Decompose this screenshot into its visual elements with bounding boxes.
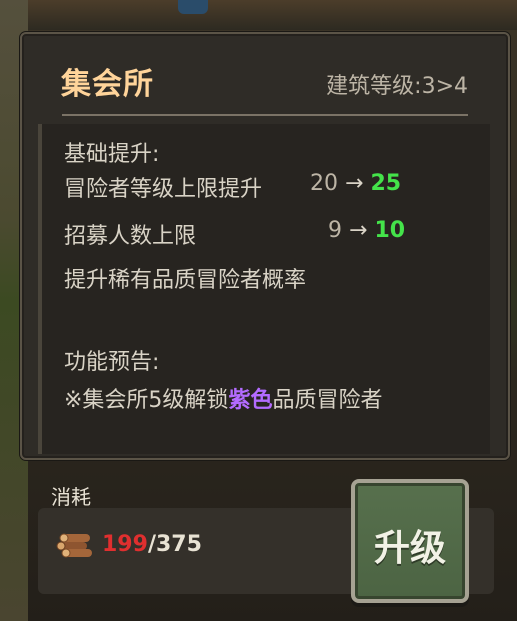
building-info-panel: 集会所 建筑等级:3>4 基础提升: 冒险者等级上限提升 20 → 25 招募人… [20,32,510,460]
detail-row-level-cap-values: 20 → 25 [310,171,401,196]
detail-row-level-cap-label: 冒险者等级上限提升 [64,177,263,202]
section-preview-heading: 功能预告: [64,350,160,375]
wood-logs-icon [56,533,92,558]
upgrade-details: 基础提升: 冒险者等级上限提升 20 → 25 招募人数上限 9 → 10 提升… [38,124,490,454]
cost-need: 375 [155,532,202,557]
preview-suffix: 品质冒险者 [272,388,383,413]
upgrade-button[interactable]: 升级 [351,479,469,603]
recruit-new: 10 [374,218,406,243]
level-cap-old: 20 [310,171,338,196]
rare-chance-line: 提升稀有品质冒险者概率 [64,268,307,293]
cost-separator: / [147,532,156,557]
title-divider [62,114,468,116]
preview-highlight: 紫色 [228,388,273,413]
detail-row-recruit-label: 招募人数上限 [64,224,197,249]
preview-prefix: ※集会所5级解锁 [64,388,229,413]
background-scene-top [0,0,517,30]
cost-amount: 199/375 [102,532,202,557]
upgrade-button-label: 升级 [373,528,446,569]
section-basic-heading: 基础提升: [64,142,160,167]
cost-label: 消耗 [51,485,91,509]
background-roof [178,0,208,14]
preview-line: ※集会所5级解锁紫色品质冒险者 [64,382,382,414]
building-level: 建筑等级:3>4 [326,74,468,99]
cost-have: 199 [102,532,148,557]
level-cap-new: 25 [370,171,402,196]
building-name: 集会所 [61,67,154,102]
arrow-icon: → [345,171,364,196]
arrow-icon: → [349,218,368,243]
recruit-old: 9 [328,218,342,243]
detail-row-recruit-values: 9 → 10 [328,218,405,243]
